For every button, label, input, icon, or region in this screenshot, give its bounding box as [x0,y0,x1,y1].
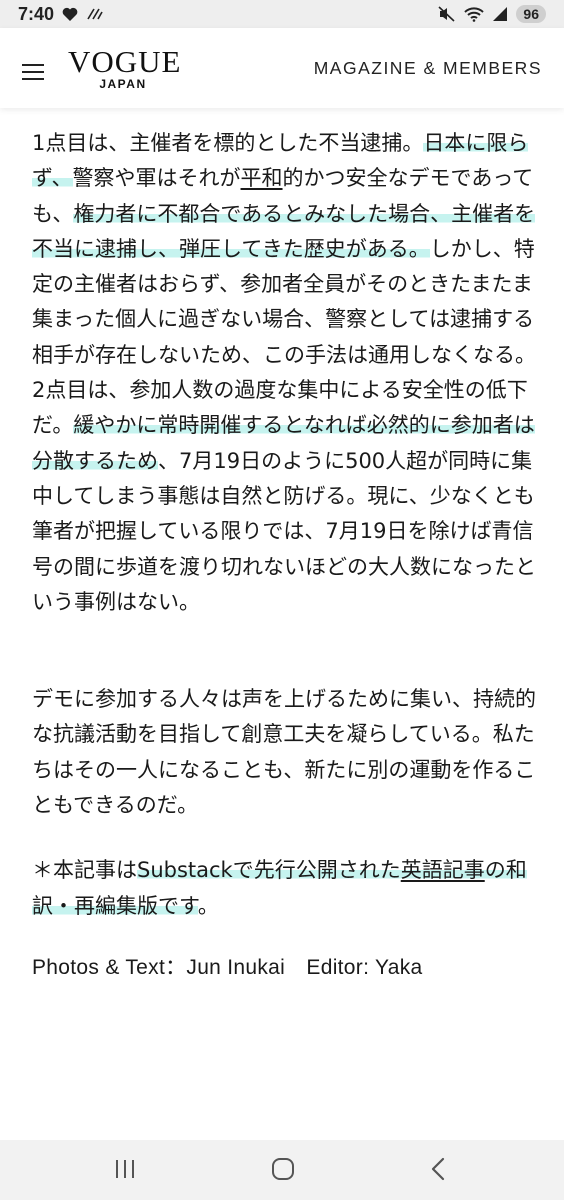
recent-apps-icon[interactable] [116,1160,134,1178]
logo-sub: JAPAN [99,77,147,91]
article-credit: Photos & Text：Jun Inukai Editor: Yaka [32,955,423,979]
highlighted-text: Substackで先行公開された [137,858,401,883]
site-header: VOGUE JAPAN MAGAZINE & MEMBERS [0,28,564,108]
signal-icon [493,7,508,21]
status-left: 7:40 [18,4,104,25]
status-time: 7:40 [18,3,55,24]
text-segment: ＊本記事は [32,858,137,883]
article-body: 1点目は、主催者を標的とした不当逮捕。日本に限らず、警察や軍はそれが平和的かつ安… [32,126,542,985]
text-segment: 、7月19日のように500人超が同時に集中してしまう事態は自然と防げる。現に、少… [32,448,536,614]
status-bar: 7:40 96 [0,0,564,28]
home-icon[interactable] [272,1158,294,1180]
system-nav-bar [0,1140,564,1200]
text-segment: しかし、特定の主催者はおらず、参加者全員がそのときたまたま集まった個人に過ぎない… [32,236,536,438]
text-segment: 。 [197,893,219,918]
mute-icon [438,6,455,22]
wifi-icon [464,7,485,22]
article-paragraph-2: デモに参加する人々は声を上げるために集い、持続的な抗議活動を目指して創意工夫を凝… [32,687,536,818]
vogue-japan-logo[interactable]: VOGUE JAPAN [68,44,182,92]
cast-icon [87,8,103,20]
article-note: ＊本記事はSubstackで先行公開された英語記事の和訳・再編集版です。 [32,853,542,924]
text-segment: 1点目は、主催者を標的とした不当逮捕。 [32,131,424,155]
english-article-link[interactable]: 英語記事 [400,858,485,883]
text-segment: 警察や軍はそれが [72,166,241,191]
peace-link[interactable]: 平和 [241,166,283,190]
magazine-members-link[interactable]: MAGAZINE & MEMBERS [314,58,542,79]
article-paragraph-1: 1点目は、主催者を標的とした不当逮捕。日本に限らず、警察や軍はそれが平和的かつ安… [32,126,542,620]
hamburger-menu-icon[interactable] [22,64,44,80]
back-icon[interactable] [430,1156,446,1182]
logo-main: VOGUE [68,44,182,79]
heart-icon [62,7,78,21]
battery-indicator: 96 [516,5,546,23]
status-right: 96 [438,5,546,23]
